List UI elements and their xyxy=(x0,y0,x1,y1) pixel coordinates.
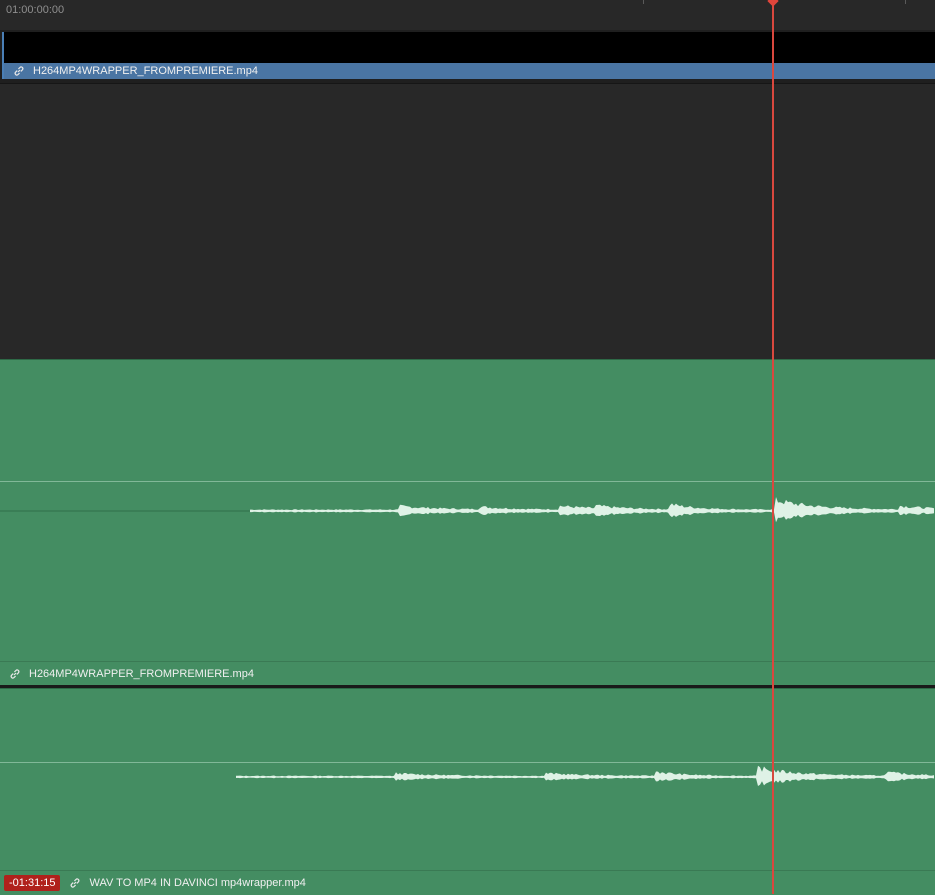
ruler-start-timecode: 01:00:00:00 xyxy=(6,4,65,16)
audio-waveform xyxy=(236,765,934,786)
audio-waveform xyxy=(0,497,934,523)
video-clip-name: H264MP4WRAPPER_FROMPREMIERE.mp4 xyxy=(33,65,258,77)
audio-clip-a2-label-bar: -01:31:15 WAV TO MP4 IN DAVINCI mp4wrapp… xyxy=(0,870,935,895)
video-clip-label-bar: H264MP4WRAPPER_FROMPREMIERE.mp4 xyxy=(4,63,935,79)
offset-timecode-badge: -01:31:15 xyxy=(4,875,61,891)
audio-clip-a1-name: H264MP4WRAPPER_FROMPREMIERE.mp4 xyxy=(29,668,254,680)
playhead[interactable] xyxy=(772,0,774,894)
link-icon xyxy=(71,878,80,888)
audio-clip-a2-name: WAV TO MP4 IN DAVINCI mp4wrapper.mp4 xyxy=(89,877,306,889)
audio-clip-a1[interactable]: H264MP4WRAPPER_FROMPREMIERE.mp4 xyxy=(0,359,935,686)
empty-track-area[interactable] xyxy=(0,83,935,360)
link-icon xyxy=(14,66,24,76)
audio-clip-a2[interactable]: -01:31:15 WAV TO MP4 IN DAVINCI mp4wrapp… xyxy=(0,688,935,895)
video-clip[interactable]: H264MP4WRAPPER_FROMPREMIERE.mp4 xyxy=(2,32,935,79)
audio-clip-a1-label-bar: H264MP4WRAPPER_FROMPREMIERE.mp4 xyxy=(0,661,935,686)
video-track-v1: H264MP4WRAPPER_FROMPREMIERE.mp4 xyxy=(0,30,935,80)
audio-level-line xyxy=(0,481,935,482)
link-icon xyxy=(10,669,20,679)
timeline-ruler[interactable]: 01:00:00:00 xyxy=(0,0,935,31)
ruler-tick xyxy=(905,0,906,4)
ruler-tick xyxy=(643,0,644,4)
